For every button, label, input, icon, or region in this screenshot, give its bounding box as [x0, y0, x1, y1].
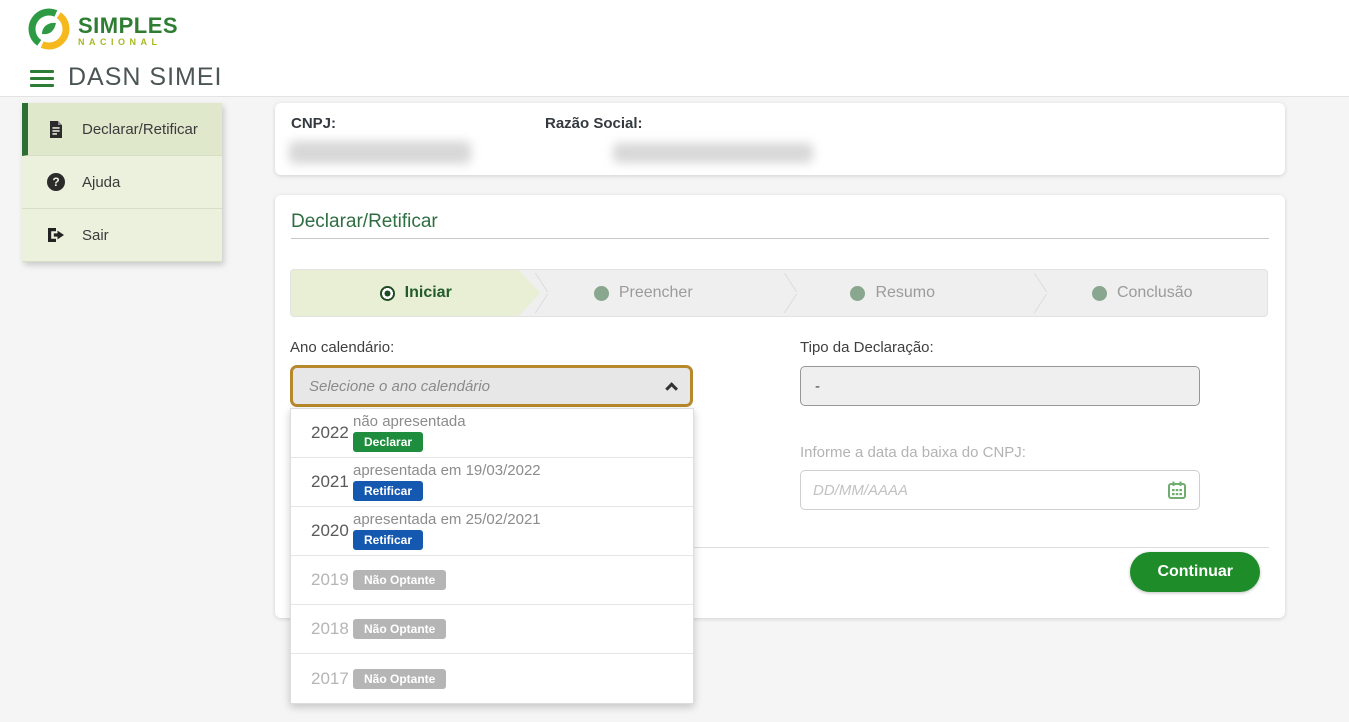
logo-line1: SIMPLES [78, 15, 178, 37]
dropdown-option-2019: 2019 Não Optante [291, 556, 693, 605]
sidebar-item-ajuda[interactable]: ? Ajuda [22, 156, 222, 209]
data-baixa-label: Informe a data da baixa do CNPJ: [800, 444, 1026, 461]
step-label: Resumo [875, 284, 935, 302]
section-title: Declarar/Retificar [291, 211, 438, 233]
hamburger-menu-icon[interactable] [30, 70, 54, 87]
page-title: DASN SIMEI [68, 63, 222, 92]
option-year: 2019 [291, 570, 353, 590]
simples-nacional-logo: SIMPLES NACIONAL [27, 7, 178, 56]
step-dot-icon [594, 286, 609, 301]
title-divider [291, 238, 1269, 239]
step-label: Conclusão [1117, 284, 1193, 302]
sidebar: Declarar/Retificar ? Ajuda Sair [22, 103, 222, 262]
data-baixa-field [800, 470, 1200, 510]
step-dot-icon [850, 286, 865, 301]
step-label: Iniciar [405, 284, 452, 302]
data-baixa-input[interactable] [813, 482, 1167, 499]
nao-optante-badge: Não Optante [353, 669, 446, 689]
select-placeholder: Selecione o ano calendário [309, 378, 490, 395]
option-year: 2022 [291, 423, 353, 443]
option-year: 2018 [291, 619, 353, 639]
step-conclusao: Conclusão [1018, 270, 1268, 316]
dasn-simei-page: SIMPLES NACIONAL DASN SIMEI Declarar/Ret… [0, 0, 1349, 722]
retificar-badge-button[interactable]: Retificar [353, 530, 423, 550]
step-preencher: Preencher [519, 270, 769, 316]
chevron-up-icon [665, 382, 678, 395]
exit-icon [46, 227, 66, 243]
step-dot-icon [1092, 286, 1107, 301]
identification-card: CNPJ: Razão Social: [275, 103, 1285, 175]
step-iniciar: Iniciar [291, 270, 541, 316]
ano-calendario-select[interactable]: Selecione o ano calendário [290, 365, 693, 407]
sidebar-item-label: Sair [82, 227, 109, 244]
wizard-steps: Iniciar Preencher Resumo Conclusão [290, 269, 1268, 317]
option-status: não apresentada [353, 414, 466, 429]
step-resumo: Resumo [768, 270, 1018, 316]
declarar-badge-button[interactable]: Declarar [353, 432, 423, 452]
option-year: 2020 [291, 521, 353, 541]
dropdown-option-2017: 2017 Não Optante [291, 654, 693, 703]
top-header: SIMPLES NACIONAL DASN SIMEI [0, 0, 1349, 97]
nao-optante-badge: Não Optante [353, 619, 446, 639]
sidebar-item-label: Declarar/Retificar [82, 121, 198, 138]
dropdown-option-2018: 2018 Não Optante [291, 605, 693, 654]
ano-calendario-label: Ano calendário: [290, 339, 394, 356]
sidebar-item-sair[interactable]: Sair [22, 209, 222, 262]
option-status: apresentada em 25/02/2021 [353, 512, 541, 527]
tipo-declaracao-label: Tipo da Declaração: [800, 339, 934, 356]
help-icon: ? [46, 173, 66, 191]
nao-optante-badge: Não Optante [353, 570, 446, 590]
tipo-declaracao-value: - [800, 366, 1200, 406]
continuar-button[interactable]: Continuar [1130, 552, 1260, 592]
retificar-badge-button[interactable]: Retificar [353, 481, 423, 501]
razao-social-value-redacted [613, 143, 813, 163]
calendar-icon[interactable] [1167, 480, 1187, 500]
razao-social-label: Razão Social: [545, 115, 643, 132]
option-year: 2021 [291, 472, 353, 492]
logo-line2: NACIONAL [78, 37, 178, 48]
cnpj-value-redacted [289, 141, 471, 164]
option-status: apresentada em 19/03/2022 [353, 463, 541, 478]
dropdown-option-2022[interactable]: 2022 não apresentada Declarar [291, 409, 693, 458]
step-active-dot-icon [380, 286, 395, 301]
dropdown-option-2021[interactable]: 2021 apresentada em 19/03/2022 Retificar [291, 458, 693, 507]
ano-calendario-dropdown-list: 2022 não apresentada Declarar 2021 apres… [290, 408, 694, 704]
option-year: 2017 [291, 669, 353, 689]
simples-nacional-logo-icon [27, 7, 71, 56]
step-label: Preencher [619, 284, 693, 302]
sidebar-item-label: Ajuda [82, 174, 120, 191]
dropdown-option-2020[interactable]: 2020 apresentada em 25/02/2021 Retificar [291, 507, 693, 556]
cnpj-label: CNPJ: [291, 115, 336, 132]
document-icon [46, 121, 66, 138]
sidebar-item-declarar-retificar[interactable]: Declarar/Retificar [22, 103, 222, 156]
